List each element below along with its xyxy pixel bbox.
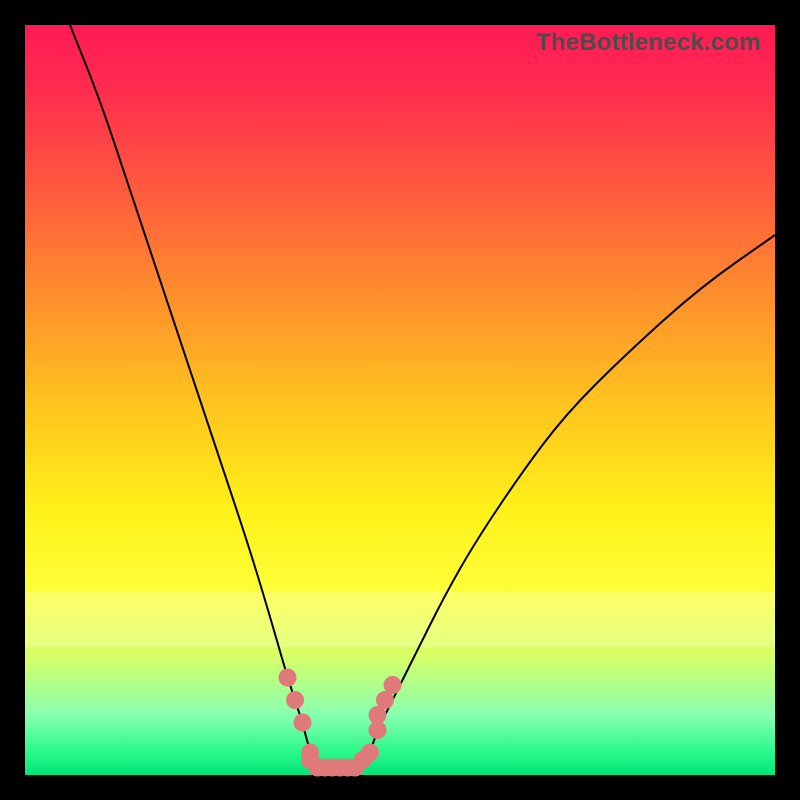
watermark-text: TheBottleneck.com [536,29,761,57]
highlight-dots-group [279,669,402,777]
highlight-dot [384,676,402,694]
highlight-dot [279,669,297,687]
chart-svg [25,25,775,775]
highlight-dot [294,714,312,732]
chart-plot-area: TheBottleneck.com [25,25,775,775]
highlight-dot [286,691,304,709]
highlight-dot [361,744,379,762]
chart-outer-frame: TheBottleneck.com [0,0,800,800]
bottleneck-curve-line [70,25,775,768]
